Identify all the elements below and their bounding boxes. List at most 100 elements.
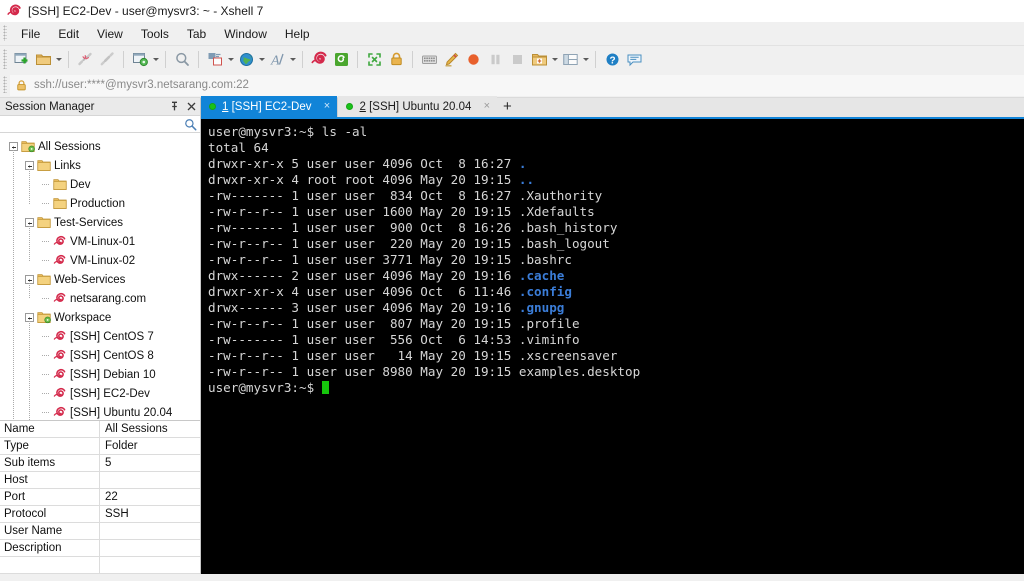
property-value[interactable]: 22 <box>100 489 200 506</box>
terminal-line: -rw-r--r-- 1 user user 14 May 20 19:15 .… <box>208 348 1024 364</box>
tree-item-label: [SSH] CentOS 8 <box>69 350 154 362</box>
tree-item-dev[interactable]: Dev <box>0 175 200 194</box>
fullscreen-icon[interactable] <box>363 49 385 71</box>
split-layout-dropdown-caret[interactable] <box>581 49 590 71</box>
search-icon[interactable] <box>180 118 200 131</box>
property-value[interactable] <box>100 540 200 557</box>
tab-close-icon[interactable]: × <box>480 100 493 113</box>
address-bar-grip-handle[interactable] <box>3 76 7 93</box>
new-tab-button[interactable]: + <box>497 96 517 117</box>
property-key: User Name <box>0 523 100 540</box>
new-session-icon[interactable] <box>10 49 32 71</box>
chat-icon[interactable] <box>623 49 645 71</box>
property-value[interactable] <box>100 523 200 540</box>
tree-item-vm-linux-02[interactable]: VM-Linux-02 <box>0 251 200 270</box>
tree-item-test-services[interactable]: Test-Services <box>0 213 200 232</box>
terminal-screen[interactable]: user@mysvr3:~$ ls -altotal 64drwxr-xr-x … <box>201 119 1024 574</box>
xftp-icon[interactable] <box>330 49 352 71</box>
keyboard-icon[interactable] <box>418 49 440 71</box>
lock-icon[interactable] <box>385 49 407 71</box>
xshell-session-icon <box>51 232 69 251</box>
record-icon[interactable] <box>462 49 484 71</box>
property-value[interactable]: 5 <box>100 455 200 472</box>
stop-icon[interactable] <box>506 49 528 71</box>
tree-item-web-services[interactable]: Web-Services <box>0 270 200 289</box>
menu-item-window[interactable]: Window <box>215 25 276 43</box>
menu-item-tools[interactable]: Tools <box>132 25 178 43</box>
reconnect-icon[interactable] <box>96 49 118 71</box>
terminal-column: 1 [SSH] EC2-Dev×2 [SSH] Ubuntu 20.04×+ u… <box>201 98 1024 574</box>
tree-item-vm-linux-01[interactable]: VM-Linux-01 <box>0 232 200 251</box>
disconnect-icon[interactable] <box>74 49 96 71</box>
terminal-text: -rw-r--r-- 1 user user 8980 May 20 19:15… <box>208 364 640 379</box>
tree-indent <box>0 270 24 289</box>
menu-item-view[interactable]: View <box>88 25 132 43</box>
font-dropdown-caret[interactable] <box>288 49 297 71</box>
session-properties-dropdown-caret[interactable] <box>151 49 160 71</box>
terminal-text: .cache <box>519 268 565 283</box>
menu-grip-handle[interactable] <box>3 25 7 41</box>
close-icon[interactable] <box>183 98 200 115</box>
copy-paste-icon[interactable] <box>204 49 226 71</box>
tree-item-all-sessions[interactable]: All Sessions <box>0 137 200 156</box>
globe-encoding-dropdown-caret[interactable] <box>257 49 266 71</box>
font-icon[interactable]: A <box>266 49 288 71</box>
toolbar-grip-handle[interactable] <box>3 49 7 69</box>
property-value[interactable] <box>100 472 200 489</box>
folder-sessions-icon <box>19 137 37 156</box>
globe-encoding-icon[interactable] <box>235 49 257 71</box>
pause-icon[interactable] <box>484 49 506 71</box>
add-folder-icon[interactable] <box>528 49 550 71</box>
session-properties-icon[interactable] <box>129 49 151 71</box>
property-key: Port <box>0 489 100 506</box>
terminal-text: -rw-r--r-- 1 user user 3771 May 20 19:15… <box>208 252 572 267</box>
tree-item-ssh-ubuntu-20-04[interactable]: [SSH] Ubuntu 20.04 <box>0 403 200 420</box>
tree-item-ssh-centos-7[interactable]: [SSH] CentOS 7 <box>0 327 200 346</box>
tree-item-workspace[interactable]: Workspace <box>0 308 200 327</box>
tree-item-production[interactable]: Production <box>0 194 200 213</box>
xshell-session-icon <box>51 403 69 420</box>
folder-icon <box>51 194 69 213</box>
copy-paste-dropdown-caret[interactable] <box>226 49 235 71</box>
xshell-spiral-icon[interactable] <box>308 49 330 71</box>
menu-item-file[interactable]: File <box>12 25 49 43</box>
split-layout-icon[interactable] <box>559 49 581 71</box>
open-folder-icon[interactable] <box>32 49 54 71</box>
terminal-line: drwx------ 3 user user 4096 May 20 19:16… <box>208 300 1024 316</box>
add-folder-dropdown-caret[interactable] <box>550 49 559 71</box>
folder-icon <box>35 156 53 175</box>
property-value[interactable]: SSH <box>100 506 200 523</box>
folder-icon <box>35 270 53 289</box>
search-input[interactable] <box>0 116 180 132</box>
tree-item-links[interactable]: Links <box>0 156 200 175</box>
property-value[interactable]: All Sessions <box>100 421 200 438</box>
xshell-session-icon <box>51 327 69 346</box>
pin-icon[interactable] <box>166 98 183 115</box>
tree-item-ssh-centos-8[interactable]: [SSH] CentOS 8 <box>0 346 200 365</box>
tab-ssh-ubuntu-20-04[interactable]: 2 [SSH] Ubuntu 20.04× <box>338 96 497 117</box>
tree-indent <box>0 175 40 194</box>
open-folder-dropdown-caret[interactable] <box>54 49 63 71</box>
menu-item-edit[interactable]: Edit <box>49 25 88 43</box>
highlight-pen-icon[interactable] <box>440 49 462 71</box>
tree-indent <box>0 194 40 213</box>
property-value[interactable]: Folder <box>100 438 200 455</box>
menu-item-tab[interactable]: Tab <box>178 25 215 43</box>
property-row: TypeFolder <box>0 438 200 455</box>
tree-item-ssh-ec2-dev[interactable]: [SSH] EC2-Dev <box>0 384 200 403</box>
session-tree[interactable]: All SessionsLinksDevProductionTest-Servi… <box>0 133 200 420</box>
tab-ssh-ec2-dev[interactable]: 1 [SSH] EC2-Dev× <box>201 96 337 117</box>
terminal-text: drwx------ 2 user user 4096 May 20 19:16 <box>208 268 519 283</box>
terminal-line: user@mysvr3:~$ <box>208 380 1024 396</box>
menu-item-help[interactable]: Help <box>276 25 319 43</box>
help-icon[interactable]: ? <box>601 49 623 71</box>
title-bar: [SSH] EC2-Dev - user@mysvr3: ~ - Xshell … <box>0 0 1024 22</box>
find-icon[interactable] <box>171 49 193 71</box>
tree-item-ssh-debian-10[interactable]: [SSH] Debian 10 <box>0 365 200 384</box>
terminal-line: drwxr-xr-x 4 root root 4096 May 20 19:15… <box>208 172 1024 188</box>
property-value[interactable] <box>100 557 200 574</box>
tree-connector <box>40 365 51 384</box>
tree-item-netsarang-com[interactable]: netsarang.com <box>0 289 200 308</box>
tab-close-icon[interactable]: × <box>320 100 333 113</box>
address-input[interactable]: ssh://user:****@mysvr3.netsarang.com:22 <box>10 75 1024 96</box>
